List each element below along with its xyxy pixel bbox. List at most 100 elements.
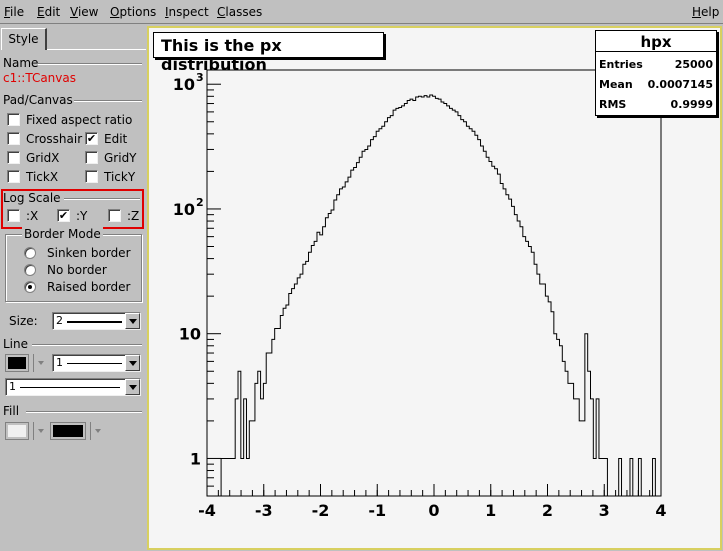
- edit-label: Edit: [104, 132, 128, 146]
- fill-color-swatch[interactable]: [5, 422, 29, 440]
- histogram-title-box[interactable]: This is the px distribution: [153, 32, 384, 74]
- log-x-checkbox[interactable]: [7, 209, 20, 222]
- chevron-down-icon: [129, 385, 137, 390]
- check-icon: ✔: [58, 209, 69, 222]
- line-width-value: 1: [56, 356, 63, 369]
- pad-canvas-label: Pad/Canvas: [3, 93, 73, 107]
- stats-box[interactable]: hpx Entries 25000 Mean 0.0007145 RMS 0.9…: [595, 30, 717, 116]
- line-color-dropdown-icon[interactable]: [38, 361, 44, 365]
- x-tick-label: 4: [655, 501, 666, 520]
- stats-mean-value: 0.0007145: [647, 78, 713, 91]
- no-border-label: No border: [47, 263, 107, 277]
- crosshair-label: Crosshair: [26, 132, 83, 146]
- y-tick-label: 10: [179, 325, 201, 344]
- object-name: c1::TCanvas: [3, 71, 76, 85]
- log-scale-label: Log Scale: [3, 191, 61, 205]
- no-border-radio[interactable]: [24, 264, 36, 276]
- name-label: Name: [3, 56, 39, 70]
- line-rule: [32, 344, 142, 346]
- fixed-aspect-checkbox[interactable]: [7, 113, 20, 126]
- radio-selected-dot: [28, 285, 32, 289]
- line-width-preview: [67, 363, 122, 364]
- line-style-value: 1: [9, 380, 16, 393]
- line-style-combo[interactable]: 1: [5, 378, 141, 396]
- tickx-checkbox[interactable]: [7, 170, 20, 183]
- stats-rms-label: RMS: [599, 98, 627, 111]
- log-scale-rule: [64, 198, 140, 200]
- menu-classes[interactable]: Classes: [217, 5, 262, 19]
- size-label: Size:: [9, 314, 38, 328]
- x-tick-label: -4: [198, 501, 216, 520]
- raised-border-label: Raised border: [47, 280, 131, 294]
- histogram-bins: [207, 94, 661, 497]
- gridy-checkbox[interactable]: [85, 151, 98, 164]
- stats-entries-label: Entries: [599, 58, 643, 71]
- y-tick-exponent: 2: [196, 196, 204, 209]
- line-color-fill: [8, 357, 26, 369]
- canvas-area[interactable]: 1 10 10 2 10 3 -4 -3 -2 -1 0 1 2 3 4 This is the px d…: [147, 26, 722, 550]
- chevron-down-icon: [129, 361, 137, 366]
- menu-file[interactable]: File: [4, 5, 24, 19]
- stats-divider: [596, 51, 716, 52]
- line-style-dropdown-button[interactable]: [125, 379, 140, 395]
- chevron-down-icon: [129, 319, 137, 324]
- line-width-dropdown-button[interactable]: [125, 355, 140, 371]
- tab-underline: [47, 49, 146, 50]
- border-size-preview: [67, 321, 122, 323]
- sinken-border-radio[interactable]: [24, 247, 36, 259]
- gridx-label: GridX: [26, 151, 60, 165]
- sinken-border-label: Sinken border: [47, 246, 131, 260]
- x-tick-label: -3: [255, 501, 273, 520]
- x-tick-label: -1: [368, 501, 386, 520]
- fill-color-dropdown-icon[interactable]: [38, 429, 44, 433]
- log-z-checkbox[interactable]: [108, 209, 121, 222]
- x-tick-label: 1: [485, 501, 496, 520]
- menu-edit[interactable]: Edit: [37, 5, 60, 19]
- name-rule: [38, 63, 142, 65]
- x-tick-label: 3: [599, 501, 610, 520]
- fill-pattern-swatch[interactable]: [50, 422, 86, 440]
- stats-hist-name: hpx: [640, 33, 672, 51]
- fill-label: Fill: [3, 404, 20, 418]
- line-width-combo[interactable]: 1: [52, 354, 141, 372]
- crosshair-checkbox[interactable]: [7, 132, 20, 145]
- border-size-dropdown-button[interactable]: [125, 313, 140, 329]
- stats-rms-value: 0.9999: [670, 98, 713, 111]
- border-mode-label: Border Mode: [22, 227, 103, 241]
- gridy-label: GridY: [104, 151, 137, 165]
- fixed-aspect-label: Fixed aspect ratio: [26, 113, 133, 127]
- style-editor-panel: Style Name c1::TCanvas Pad/Canvas Fixed …: [0, 26, 146, 551]
- edit-checkbox[interactable]: ✔: [85, 132, 98, 145]
- y-tick-label: 10: [173, 75, 195, 94]
- check-icon: ✔: [86, 132, 97, 145]
- tickx-label: TickX: [26, 170, 59, 184]
- border-mode-group: Border Mode Sinken border No border Rais…: [5, 227, 142, 302]
- border-size-combo[interactable]: 2: [52, 312, 141, 330]
- border-size-value: 2: [56, 314, 63, 327]
- fill-pattern-separator: [90, 422, 91, 440]
- stats-entries-value: 25000: [674, 58, 713, 71]
- menu-bar: File Edit View Options Inspect Classes H…: [0, 0, 723, 24]
- fill-pattern-dropdown-icon[interactable]: [95, 429, 101, 433]
- menu-options[interactable]: Options: [110, 5, 156, 19]
- line-color-swatch[interactable]: [5, 354, 29, 372]
- ticky-checkbox[interactable]: [85, 170, 98, 183]
- fill-color-separator: [33, 422, 34, 440]
- fill-color-fill: [8, 425, 26, 437]
- log-y-label: :Y: [76, 209, 88, 223]
- ticky-label: TickY: [104, 170, 136, 184]
- y-tick-label: 10: [173, 200, 195, 219]
- menu-inspect[interactable]: Inspect: [165, 5, 209, 19]
- gridx-checkbox[interactable]: [7, 151, 20, 164]
- fill-rule: [26, 411, 142, 413]
- raised-border-radio[interactable]: [24, 281, 36, 293]
- log-x-label: :X: [26, 209, 39, 223]
- menu-help[interactable]: Help: [692, 5, 719, 19]
- histogram-title: This is the px distribution: [161, 36, 282, 74]
- tab-style[interactable]: Style: [1, 28, 47, 50]
- menu-view[interactable]: View: [70, 5, 98, 19]
- y-tick-label: 1: [190, 449, 201, 468]
- line-label: Line: [3, 337, 29, 351]
- line-style-preview: [20, 387, 120, 388]
- log-y-checkbox[interactable]: ✔: [57, 209, 70, 222]
